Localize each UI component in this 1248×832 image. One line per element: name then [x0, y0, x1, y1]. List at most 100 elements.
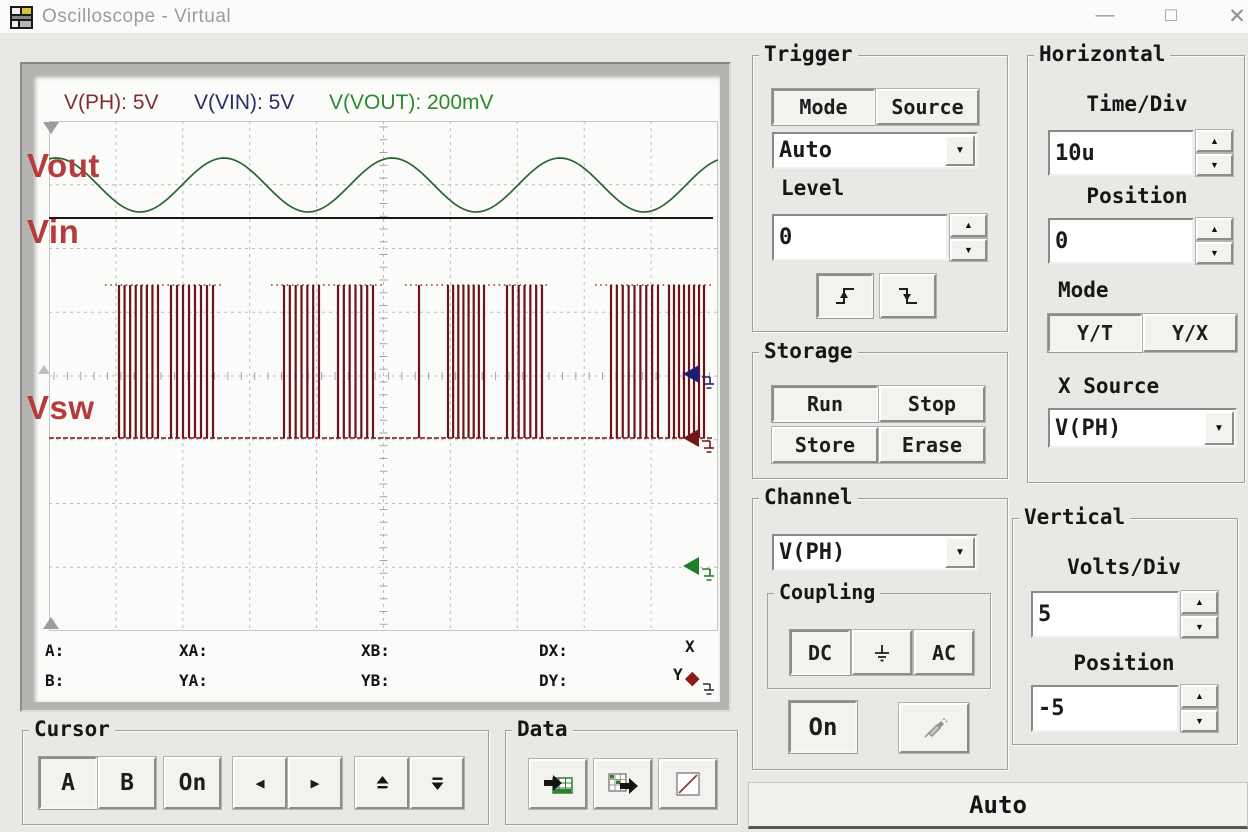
coupling-group: Coupling DC AC: [767, 593, 991, 689]
left-axis-marker[interactable]: [38, 365, 50, 374]
v-position-input[interactable]: [1031, 685, 1179, 732]
cursor-a-button[interactable]: A: [39, 757, 97, 809]
measurement-vvin: V(VIN): 5V: [194, 91, 294, 115]
data-group-title: Data: [512, 717, 573, 741]
down-arrow-icon: ▼: [1210, 248, 1219, 258]
scope-frame: V(PH): 5V V(VIN): 5V V(VOUT): 200mV Vout…: [20, 62, 731, 712]
trigger-level-spin-up[interactable]: ▲: [950, 214, 987, 237]
yx-mode-button[interactable]: Y/X: [1143, 314, 1237, 352]
trigger-level-spinner: ▲ ▼: [950, 214, 987, 261]
stop-button[interactable]: Stop: [879, 386, 985, 422]
channel-on-button[interactable]: On: [789, 701, 857, 753]
vout-level-marker[interactable]: [683, 557, 699, 575]
coupling-dc-button[interactable]: DC: [790, 630, 850, 675]
h-mode-label: Mode: [1058, 278, 1109, 302]
cursor-on-button[interactable]: On: [164, 757, 221, 809]
timediv-spin-down[interactable]: ▼: [1196, 154, 1233, 176]
trigger-level-label: Level: [781, 176, 844, 200]
timediv-spin-up[interactable]: ▲: [1196, 130, 1233, 152]
close-button[interactable]: ✕: [1220, 0, 1248, 32]
cursor-b-button[interactable]: B: [98, 757, 156, 809]
trigger-position-marker[interactable]: [43, 122, 59, 134]
xsource-select[interactable]: V(PH) ▼: [1048, 408, 1237, 448]
cursor-down-button[interactable]: [410, 757, 464, 809]
auto-button[interactable]: Auto: [748, 782, 1248, 829]
trigger-falling-edge-button[interactable]: [880, 274, 936, 318]
trigger-mode-button[interactable]: Mode: [772, 89, 875, 125]
data-export-button[interactable]: [594, 759, 652, 809]
cursor-up-button[interactable]: [355, 757, 409, 809]
trigger-rising-edge-button[interactable]: [817, 274, 873, 318]
channel-source-select[interactable]: V(PH) ▼: [772, 534, 978, 571]
data-plot-button[interactable]: [659, 759, 717, 809]
vertical-group-title: Vertical: [1019, 505, 1130, 529]
trigger-source-button[interactable]: Source: [876, 89, 979, 125]
up-arrow-icon: ▲: [1210, 224, 1219, 234]
trigger-mode-dropdown-button[interactable]: ▼: [945, 135, 975, 166]
cursor-panel: Cursor A B On ◀ ▶: [22, 730, 489, 825]
trigger-mode-select[interactable]: Auto ▼: [772, 132, 978, 169]
timediv-spinner: ▲ ▼: [1196, 130, 1233, 176]
vsw-level-marker[interactable]: [683, 429, 699, 447]
up-arrow-icon: ▲: [964, 220, 973, 230]
h-position-spin-up[interactable]: ▲: [1196, 218, 1233, 240]
storage-group-title: Storage: [759, 339, 858, 363]
vertical-panel: Vertical Volts/Div ▲ ▼ Position ▲ ▼: [1012, 518, 1238, 745]
chevron-down-icon: ▼: [1214, 423, 1224, 434]
xsource-dropdown-button[interactable]: ▼: [1204, 411, 1234, 445]
cursor-left-button[interactable]: ◀: [233, 757, 287, 809]
store-button[interactable]: Store: [772, 427, 878, 463]
channel-source-dropdown-button[interactable]: ▼: [945, 537, 975, 568]
channel-probe-button[interactable]: [899, 703, 969, 753]
rising-edge-icon: [833, 285, 857, 307]
vin-level-marker[interactable]: [683, 365, 699, 383]
voltsdiv-input[interactable]: [1031, 591, 1179, 638]
channel-source-value: V(PH): [774, 540, 944, 565]
coupling-group-title: Coupling: [774, 580, 880, 604]
app-icon: [9, 5, 34, 30]
cursor-group-title: Cursor: [29, 717, 115, 741]
maximize-button[interactable]: □: [1154, 0, 1188, 32]
up-arrow-icon: ▲: [1195, 691, 1204, 701]
v-position-spinner: ▲ ▼: [1181, 685, 1218, 732]
run-button[interactable]: Run: [772, 386, 878, 422]
cursor-right-button[interactable]: ▶: [288, 757, 342, 809]
title-bar[interactable]: Oscilloscope - Virtual — □ ✕: [0, 0, 1248, 34]
data-import-button[interactable]: [529, 759, 587, 809]
voltsdiv-spin-down[interactable]: ▼: [1181, 616, 1218, 639]
trigger-level-spin-down[interactable]: ▼: [950, 239, 987, 262]
coupling-gnd-button[interactable]: [852, 630, 912, 675]
probe-icon: [920, 715, 948, 741]
data-panel: Data: [505, 730, 738, 825]
storage-panel: Storage Run Stop Store Erase: [752, 352, 1008, 479]
erase-button[interactable]: Erase: [879, 427, 985, 463]
h-position-spinner: ▲ ▼: [1196, 218, 1233, 264]
xsource-label: X Source: [1058, 374, 1159, 398]
trigger-level-input[interactable]: [772, 214, 948, 261]
timediv-input[interactable]: [1048, 130, 1194, 176]
yt-mode-button[interactable]: Y/T: [1048, 314, 1142, 352]
voltsdiv-label: Volts/Div: [1031, 555, 1217, 579]
h-position-spin-down[interactable]: ▼: [1196, 242, 1233, 264]
readout-xb: XB:: [361, 641, 390, 660]
trigger-group-title: Trigger: [759, 42, 858, 66]
readout-y: Y: [673, 665, 683, 684]
bottom-axis-marker[interactable]: [43, 617, 59, 629]
readout-xa: XA:: [179, 641, 208, 660]
voltsdiv-spin-up[interactable]: ▲: [1181, 591, 1218, 614]
window-title: Oscilloscope - Virtual: [42, 6, 231, 28]
trace-label-vout: Vout: [27, 149, 100, 182]
down-arrow-icon: ▼: [1195, 622, 1204, 632]
h-position-input[interactable]: [1048, 218, 1194, 264]
h-position-label: Position: [1048, 184, 1226, 208]
readout-yb: YB:: [361, 671, 390, 690]
vout-level-marker-ground-icon: [700, 567, 716, 584]
down-arrow-icon: ▼: [1210, 160, 1219, 170]
down-arrow-icon: ▼: [964, 245, 973, 255]
v-position-spin-up[interactable]: ▲: [1181, 685, 1218, 708]
coupling-ac-button[interactable]: AC: [914, 630, 974, 675]
down-arrow-icon: ▼: [1195, 716, 1204, 726]
plot-icon: [675, 771, 701, 797]
v-position-spin-down[interactable]: ▼: [1181, 710, 1218, 733]
minimize-button[interactable]: —: [1088, 0, 1122, 32]
